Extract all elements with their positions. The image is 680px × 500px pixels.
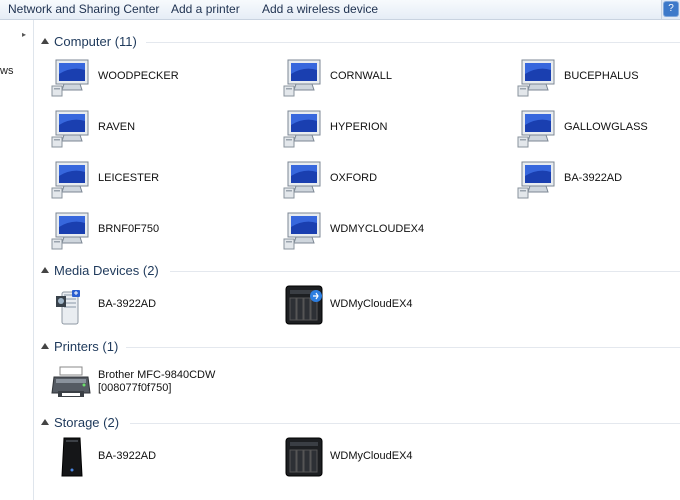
device-item-storage-ba-3922ad[interactable]: BA-3922AD <box>50 436 250 480</box>
collapse-arrow-icon[interactable] <box>41 343 49 349</box>
add-wireless-device-link[interactable]: Add a wireless device <box>262 2 378 16</box>
computer-monitor-icon <box>282 107 326 149</box>
device-item-computer-brnf0f750[interactable]: BRNF0F750 <box>50 209 250 253</box>
device-item-computer-hyperion[interactable]: HYPERION <box>282 107 482 151</box>
group-divider <box>146 42 680 43</box>
group-title: Computer (11) <box>54 34 137 49</box>
group-header-storage[interactable]: Storage (2) <box>34 413 680 433</box>
device-label: BA-3922AD <box>564 172 623 184</box>
collapse-arrow-icon[interactable] <box>41 267 49 273</box>
device-label: BRNF0F750 <box>98 223 160 235</box>
computer-monitor-icon <box>282 209 326 251</box>
nas-drive-icon <box>282 284 326 326</box>
help-area: ? <box>661 0 680 19</box>
media-server-icon <box>50 284 94 326</box>
device-label: WOODPECKER <box>98 70 179 82</box>
device-item-computer-gallowglass[interactable]: GALLOWGLASS <box>516 107 680 151</box>
device-item-computer-oxford[interactable]: OXFORD <box>282 158 482 202</box>
device-label: WDMyCloudEX4 <box>330 298 413 310</box>
storage-tower-icon <box>50 436 94 478</box>
device-item-media-wdmycloudex4[interactable]: WDMyCloudEX4 <box>282 284 482 328</box>
computer-monitor-icon <box>282 158 326 200</box>
device-label: GALLOWGLASS <box>564 121 648 133</box>
nav-collapse-icon[interactable]: ▸ <box>22 30 28 39</box>
help-icon[interactable]: ? <box>664 2 678 16</box>
nav-item-label[interactable]: ws <box>0 65 13 77</box>
command-bar: Network and Sharing Center Add a printer… <box>0 0 680 20</box>
device-label: RAVEN <box>98 121 136 133</box>
group-header-computer[interactable]: Computer (11) <box>34 32 680 52</box>
device-item-computer-cornwall[interactable]: CORNWALL <box>282 56 482 100</box>
device-item-printer-brother[interactable]: Brother MFC-9840CDW [008077f0f750] <box>50 361 250 405</box>
device-label: OXFORD <box>330 172 378 184</box>
computer-monitor-icon <box>50 209 94 251</box>
group-header-printers[interactable]: Printers (1) <box>34 337 680 357</box>
computer-monitor-icon <box>50 158 94 200</box>
network-sharing-center-link[interactable]: Network and Sharing Center <box>8 2 159 16</box>
nas-drive-icon <box>282 436 326 478</box>
computer-monitor-icon <box>516 107 560 149</box>
collapse-arrow-icon[interactable] <box>41 419 49 425</box>
printer-icon <box>50 361 94 403</box>
add-printer-link[interactable]: Add a printer <box>171 2 240 16</box>
group-title: Media Devices (2) <box>54 263 159 278</box>
device-item-media-ba-3922ad[interactable]: BA-3922AD <box>50 284 250 328</box>
device-label: CORNWALL <box>330 70 392 82</box>
device-label: WDMYCLOUDEX4 <box>330 223 425 235</box>
device-item-computer-raven[interactable]: RAVEN <box>50 107 250 151</box>
device-item-computer-bucephalus[interactable]: BUCEPHALUS <box>516 56 680 100</box>
group-divider <box>170 271 680 272</box>
group-divider <box>126 347 680 348</box>
computer-monitor-icon <box>282 56 326 98</box>
device-item-computer-leicester[interactable]: LEICESTER <box>50 158 250 202</box>
computer-monitor-icon <box>50 107 94 149</box>
device-label: BA-3922AD <box>98 450 157 462</box>
collapse-arrow-icon[interactable] <box>41 38 49 44</box>
device-label: BUCEPHALUS <box>564 70 639 82</box>
computer-monitor-icon <box>516 158 560 200</box>
device-label: WDMyCloudEX4 <box>330 450 413 462</box>
group-header-media-devices[interactable]: Media Devices (2) <box>34 261 680 281</box>
computer-monitor-icon <box>516 56 560 98</box>
device-label: Brother MFC-9840CDW [008077f0f750] <box>98 369 215 395</box>
device-item-computer-wdmycloudex4[interactable]: WDMYCLOUDEX4 <box>282 209 482 253</box>
computer-monitor-icon <box>50 56 94 98</box>
device-item-computer-woodpecker[interactable]: WOODPECKER <box>50 56 250 100</box>
device-label: LEICESTER <box>98 172 160 184</box>
printer-model: Brother MFC-9840CDW <box>98 369 216 381</box>
group-title: Printers (1) <box>54 339 119 354</box>
device-item-computer-ba-3922ad[interactable]: BA-3922AD <box>516 158 680 202</box>
printer-id: [008077f0f750] <box>98 382 172 394</box>
device-list: Computer (11) WOODPECKER CORNWALL BUCEPHAL… <box>34 20 680 500</box>
group-title: Storage (2) <box>54 415 120 430</box>
device-label: BA-3922AD <box>98 298 157 310</box>
navigation-pane: ▸ ws <box>0 20 34 500</box>
device-item-storage-wdmycloudex4[interactable]: WDMyCloudEX4 <box>282 436 482 480</box>
group-divider <box>130 423 680 424</box>
device-label: HYPERION <box>330 121 388 133</box>
